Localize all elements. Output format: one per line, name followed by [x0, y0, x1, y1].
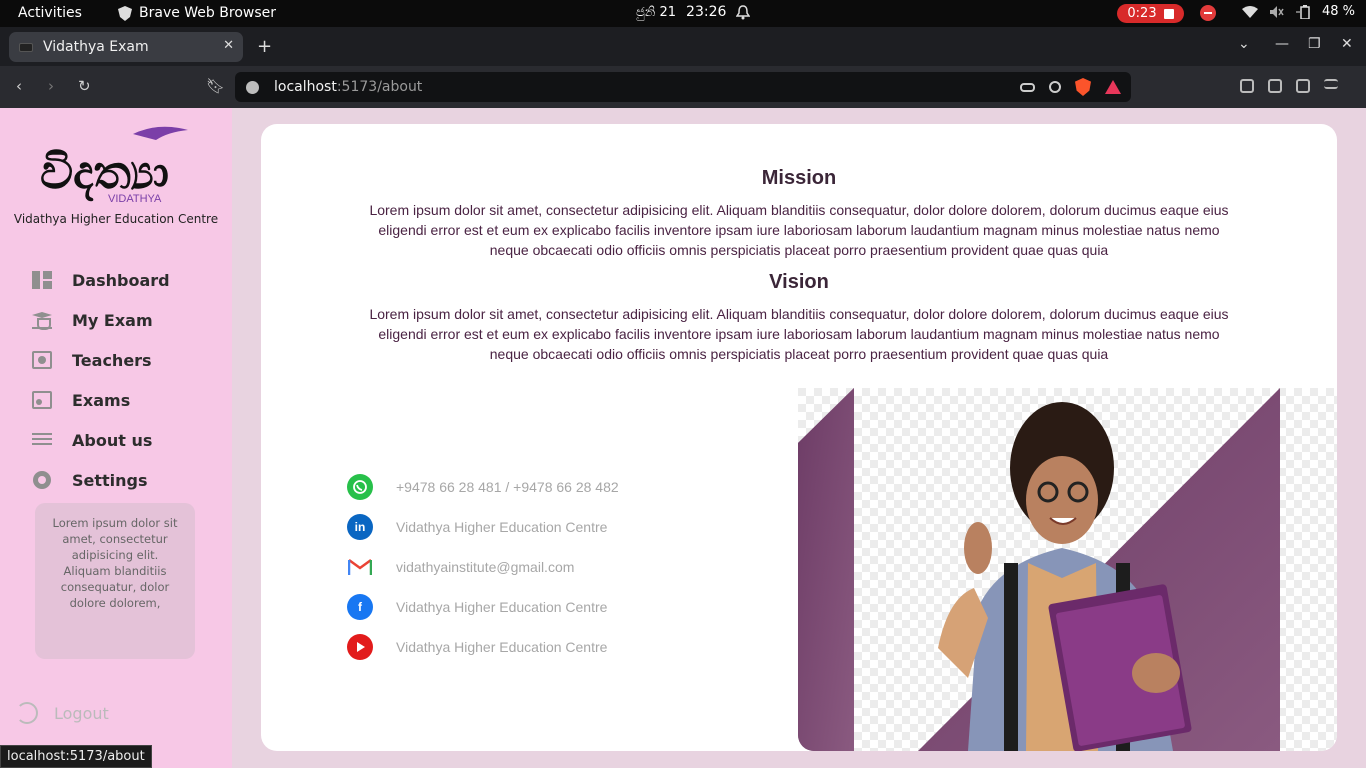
mission-text: Lorem ipsum dolor sit amet, consectetur … — [369, 202, 1229, 258]
url-host: localhost — [274, 79, 337, 95]
clock[interactable]: ජුනි 21 23:26 — [636, 4, 751, 20]
browser-tab-bar: Vidathya Exam ✕ + ⌄ — ❐ ✕ — [0, 27, 1366, 66]
sidebar-item-label: Settings — [72, 470, 148, 490]
gmail-icon — [347, 554, 373, 580]
wallet-icon[interactable] — [1296, 79, 1310, 93]
tab-close-icon[interactable]: ✕ — [223, 38, 234, 53]
minimize-icon[interactable]: — — [1275, 36, 1289, 52]
extensions-icon[interactable] — [1240, 79, 1254, 93]
contact-text: Vidathya Higher Education Centre — [396, 639, 608, 655]
window-close-icon[interactable]: ✕ — [1341, 36, 1353, 52]
do-not-disturb-icon — [1200, 5, 1216, 21]
stop-recording-icon — [1163, 8, 1174, 19]
centre-name: Vidathya Higher Education Centre — [13, 212, 219, 226]
maximize-icon[interactable]: ❐ — [1308, 36, 1321, 52]
svg-text:VIDATHYA: VIDATHYA — [108, 193, 162, 205]
gear-icon — [32, 471, 52, 489]
about-card: Mission Lorem ipsum dolor sit amet, cons… — [261, 124, 1337, 751]
vision-title: Vision — [769, 271, 829, 293]
sidebar-menu: Dashboard My Exam Teachers Exams About u… — [32, 260, 170, 500]
time-text: 23:26 — [686, 4, 727, 20]
contact-facebook[interactable]: f Vidathya Higher Education Centre — [347, 587, 619, 627]
sidebar-item-label: About us — [72, 430, 153, 450]
logout-button[interactable]: Logout — [16, 702, 109, 724]
app-menu[interactable]: Brave Web Browser — [118, 5, 276, 21]
sidebar-item-dashboard[interactable]: Dashboard — [32, 260, 170, 300]
reload-icon[interactable]: ↻ — [78, 77, 91, 95]
contact-text: Vidathya Higher Education Centre — [396, 519, 608, 535]
recording-time: 0:23 — [1127, 6, 1157, 21]
system-status-area[interactable]: 48 % — [1242, 4, 1355, 19]
sidebar-note: Lorem ipsum dolor sit amet, consectetur … — [35, 503, 195, 659]
sidebar-item-label: My Exam — [72, 310, 153, 330]
sidebar-item-about-us[interactable]: About us — [32, 420, 170, 460]
sidebar-item-settings[interactable]: Settings — [32, 460, 170, 500]
forward-icon[interactable]: › — [48, 77, 54, 95]
volume-muted-icon — [1270, 5, 1284, 18]
sidebar-item-exams[interactable]: Exams — [32, 380, 170, 420]
status-url-tooltip: localhost:5173/about — [0, 745, 152, 768]
password-key-icon[interactable] — [1020, 82, 1035, 92]
alarm-icon — [736, 4, 751, 19]
vidathya-logo: විදත්‍යා VIDATHYA — [40, 126, 188, 205]
dashboard-icon — [32, 271, 52, 289]
activities-button[interactable]: Activities — [18, 5, 82, 21]
system-top-bar: Activities Brave Web Browser ජුනි 21 23:… — [0, 0, 1366, 27]
browser-tab[interactable]: Vidathya Exam ✕ — [9, 32, 243, 62]
logout-icon — [16, 702, 38, 724]
vision-text: Lorem ipsum dolor sit amet, consectetur … — [369, 306, 1229, 362]
address-bar[interactable]: localhost:5173/about — [235, 72, 1131, 102]
contact-gmail[interactable]: vidathyainstitute@gmail.com — [347, 547, 619, 587]
sidebar-item-my-exam[interactable]: My Exam — [32, 300, 170, 340]
browser-menu-icon[interactable] — [1324, 79, 1338, 89]
battery-icon — [1296, 4, 1310, 19]
back-icon[interactable]: ‹ — [16, 77, 22, 95]
brave-shields-icon[interactable] — [1075, 78, 1091, 96]
url-path: :5173/about — [336, 79, 423, 95]
contact-youtube[interactable]: Vidathya Higher Education Centre — [347, 627, 619, 667]
tab-title: Vidathya Exam — [43, 39, 149, 55]
app-name: Brave Web Browser — [139, 5, 276, 21]
wifi-icon — [1242, 5, 1258, 18]
linkedin-icon: in — [347, 514, 373, 540]
screen-recording-indicator[interactable]: 0:23 — [1117, 4, 1184, 23]
tab-list-chevron-down-icon[interactable]: ⌄ — [1238, 36, 1250, 52]
youtube-icon — [347, 634, 373, 660]
browser-nav-bar: ‹ › ↻ 🔖︎ localhost:5173/about — [0, 66, 1366, 108]
contact-text: vidathyainstitute@gmail.com — [396, 559, 575, 575]
facebook-icon: f — [347, 594, 373, 620]
sidebar-item-label: Dashboard — [72, 270, 170, 290]
battery-percent: 48 % — [1322, 4, 1356, 19]
list-lines-icon — [32, 433, 52, 447]
exams-card-icon — [32, 391, 52, 409]
contact-whatsapp[interactable]: +9478 66 28 481 / +9478 66 28 482 — [347, 467, 619, 507]
date-text: ජුනි 21 — [636, 4, 677, 20]
graduation-cap-icon — [32, 311, 52, 330]
sidebar-item-label: Teachers — [72, 350, 152, 370]
mission-title: Mission — [761, 167, 837, 189]
sidebar-item-teachers[interactable]: Teachers — [32, 340, 170, 380]
teacher-board-icon — [32, 351, 52, 369]
logout-label: Logout — [54, 703, 109, 723]
contact-linkedin[interactable]: in Vidathya Higher Education Centre — [347, 507, 619, 547]
contact-text: Vidathya Higher Education Centre — [396, 599, 608, 615]
app-sidebar: විදත්‍යා VIDATHYA Vidathya Higher Educat… — [0, 108, 232, 768]
whatsapp-icon — [347, 474, 373, 500]
contact-text: +9478 66 28 481 / +9478 66 28 482 — [396, 479, 619, 495]
sidebar-toggle-icon[interactable] — [1268, 79, 1282, 93]
brave-shield-icon — [118, 5, 132, 21]
student-photo — [798, 388, 1337, 751]
new-tab-icon[interactable]: + — [257, 36, 272, 57]
contact-list: +9478 66 28 481 / +9478 66 28 482 in Vid… — [347, 467, 619, 667]
bookmark-icon[interactable]: 🔖︎ — [206, 77, 225, 95]
site-info-icon[interactable] — [246, 80, 259, 94]
sidebar-item-label: Exams — [72, 390, 131, 410]
share-icon[interactable] — [1049, 81, 1061, 93]
brave-rewards-icon[interactable] — [1105, 80, 1121, 94]
tab-favicon-icon — [19, 42, 33, 52]
